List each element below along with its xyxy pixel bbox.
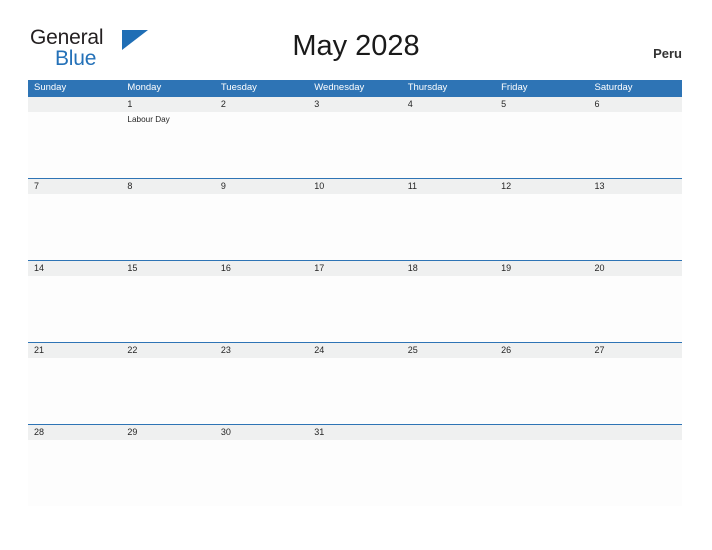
date-number[interactable]: 14 [28, 261, 121, 276]
calendar-week-row: 7 8 9 10 11 12 13 [28, 178, 682, 260]
day-cell[interactable] [589, 276, 682, 342]
date-number[interactable]: 7 [28, 179, 121, 194]
day-cell[interactable] [495, 358, 588, 424]
weekday-wednesday: Wednesday [314, 82, 365, 93]
date-number[interactable]: 5 [495, 97, 588, 112]
date-number[interactable]: 2 [215, 97, 308, 112]
date-number[interactable]: 30 [215, 425, 308, 440]
date-number[interactable]: 21 [28, 343, 121, 358]
date-number[interactable] [495, 425, 588, 440]
date-number[interactable]: 23 [215, 343, 308, 358]
day-cell[interactable] [308, 358, 401, 424]
date-number[interactable]: 11 [402, 179, 495, 194]
date-number-band: 21 22 23 24 25 26 27 [28, 342, 682, 358]
day-cell[interactable] [28, 194, 121, 260]
weekday-thursday: Thursday [407, 82, 448, 93]
day-cell[interactable] [308, 440, 401, 506]
page-title: May 2028 [292, 30, 420, 62]
date-number[interactable]: 26 [495, 343, 588, 358]
day-cell[interactable] [495, 112, 588, 178]
day-cell[interactable] [215, 194, 308, 260]
date-number[interactable]: 28 [28, 425, 121, 440]
event-label: Labour Day [127, 115, 170, 124]
date-body-band [28, 440, 682, 506]
calendar-week-row: 28 29 30 31 [28, 424, 682, 506]
calendar-grid: Sunday Monday Tuesday Wednesday Thursday… [28, 80, 682, 506]
weekday-friday: Friday [501, 82, 528, 93]
day-cell[interactable] [121, 276, 214, 342]
day-cell[interactable] [589, 194, 682, 260]
day-cell[interactable] [402, 440, 495, 506]
day-cell[interactable] [402, 358, 495, 424]
date-number[interactable]: 17 [308, 261, 401, 276]
date-number[interactable]: 25 [402, 343, 495, 358]
date-number-band: 1 2 3 4 5 6 [28, 96, 682, 112]
date-number[interactable]: 8 [121, 179, 214, 194]
date-number[interactable]: 29 [121, 425, 214, 440]
date-number-band: 7 8 9 10 11 12 13 [28, 178, 682, 194]
day-cell[interactable]: Labour Day [121, 112, 214, 178]
day-cell[interactable] [402, 276, 495, 342]
day-cell[interactable] [589, 440, 682, 506]
date-number[interactable]: 6 [589, 97, 682, 112]
date-number[interactable]: 13 [589, 179, 682, 194]
date-number[interactable]: 15 [121, 261, 214, 276]
date-number[interactable]: 4 [402, 97, 495, 112]
date-number-band: 14 15 16 17 18 19 20 [28, 260, 682, 276]
page-header: General Blue May 2028 Peru [0, 0, 712, 69]
date-number[interactable]: 19 [495, 261, 588, 276]
day-cell[interactable] [308, 194, 401, 260]
weekday-saturday: Saturday [594, 82, 633, 93]
day-cell[interactable] [308, 276, 401, 342]
day-cell[interactable] [402, 112, 495, 178]
weekday-sunday: Sunday [34, 82, 67, 93]
day-cell[interactable] [215, 440, 308, 506]
day-cell[interactable] [28, 112, 121, 178]
date-number[interactable]: 31 [308, 425, 401, 440]
weekday-header-row: Sunday Monday Tuesday Wednesday Thursday… [28, 80, 682, 96]
date-number[interactable]: 22 [121, 343, 214, 358]
day-cell[interactable] [495, 276, 588, 342]
date-number[interactable]: 12 [495, 179, 588, 194]
day-cell[interactable] [215, 112, 308, 178]
calendar-week-row: 21 22 23 24 25 26 27 [28, 342, 682, 424]
date-number[interactable] [402, 425, 495, 440]
day-cell[interactable] [215, 358, 308, 424]
day-cell[interactable] [589, 358, 682, 424]
date-number[interactable]: 27 [589, 343, 682, 358]
date-number[interactable]: 10 [308, 179, 401, 194]
weekday-tuesday: Tuesday [220, 82, 257, 93]
date-number[interactable]: 24 [308, 343, 401, 358]
date-body-band [28, 194, 682, 260]
calendar-week-row: 1 2 3 4 5 6 Labour Day [28, 96, 682, 178]
date-number[interactable]: 20 [589, 261, 682, 276]
day-cell[interactable] [28, 276, 121, 342]
day-cell[interactable] [308, 112, 401, 178]
date-body-band [28, 276, 682, 342]
day-cell[interactable] [495, 194, 588, 260]
day-cell[interactable] [28, 440, 121, 506]
date-number[interactable]: 9 [215, 179, 308, 194]
date-number-band: 28 29 30 31 [28, 424, 682, 440]
day-cell[interactable] [28, 358, 121, 424]
day-cell[interactable] [121, 358, 214, 424]
day-cell[interactable] [495, 440, 588, 506]
day-cell[interactable] [121, 194, 214, 260]
day-cell[interactable] [402, 194, 495, 260]
date-body-band: Labour Day [28, 112, 682, 178]
country-label: Peru [653, 46, 682, 61]
date-number[interactable] [28, 97, 121, 112]
date-body-band [28, 358, 682, 424]
day-cell[interactable] [589, 112, 682, 178]
date-number[interactable]: 1 [121, 97, 214, 112]
date-number[interactable] [589, 425, 682, 440]
date-number[interactable]: 16 [215, 261, 308, 276]
day-cell[interactable] [215, 276, 308, 342]
weekday-monday: Monday [127, 82, 162, 93]
calendar-week-row: 14 15 16 17 18 19 20 [28, 260, 682, 342]
date-number[interactable]: 3 [308, 97, 401, 112]
day-cell[interactable] [121, 440, 214, 506]
date-number[interactable]: 18 [402, 261, 495, 276]
